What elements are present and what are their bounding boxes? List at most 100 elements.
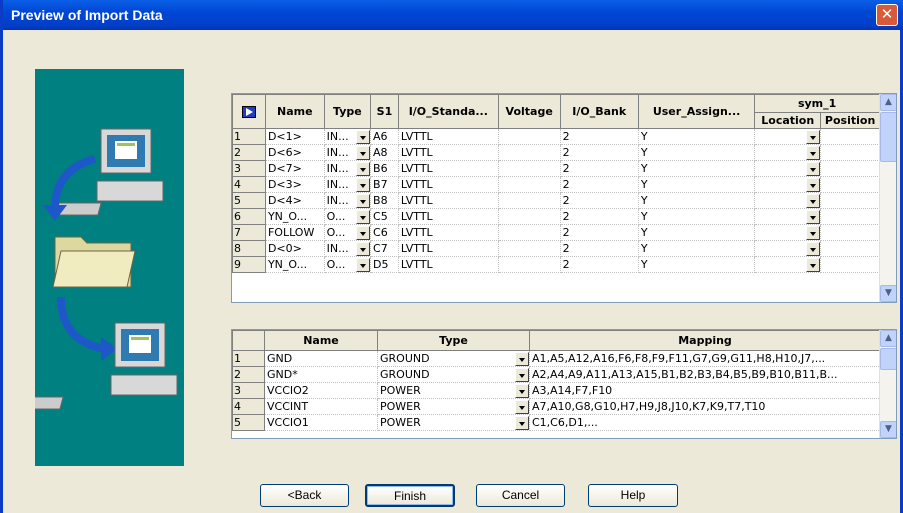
cell-type[interactable]: O... (323, 208, 372, 225)
cell-position[interactable] (820, 128, 880, 145)
cell-io-standard[interactable]: LVTTL (397, 224, 499, 241)
cell-mapping[interactable]: A2,A4,A9,A11,A13,A15,B1,B2,B3,B4,B5,B9,B… (529, 366, 881, 383)
table-row[interactable]: 5 D<4> IN... B8 LVTTL 2 Y (232, 192, 880, 209)
pin-assignment-grid[interactable]: Name Type S1 I/O_Standa... Voltage I/O_B… (231, 93, 897, 303)
cell-user-assigned[interactable]: Y (637, 176, 756, 193)
table-row[interactable]: 1 GND GROUND A1,A5,A12,A16,F6,F8,F9,F11,G7,… (232, 350, 881, 367)
scroll-up-icon[interactable]: ▲ (880, 330, 896, 347)
dropdown-arrow-icon[interactable] (806, 177, 820, 192)
cell-position[interactable] (820, 144, 880, 161)
cell-location[interactable] (754, 224, 822, 241)
cell-type[interactable]: IN... (323, 176, 372, 193)
cell-voltage[interactable] (497, 256, 561, 273)
col-type[interactable]: Type (323, 94, 372, 129)
cell-user-assigned[interactable]: Y (637, 208, 756, 225)
power-col-mapping[interactable]: Mapping (529, 330, 881, 351)
cell-type[interactable]: IN... (323, 128, 372, 145)
dropdown-arrow-icon[interactable] (515, 415, 529, 430)
table-row[interactable]: 3 VCCIO2 POWER A3,A14,F7,F10 (232, 382, 881, 399)
cell-name[interactable]: D<0> (264, 240, 325, 257)
cell-position[interactable] (820, 208, 880, 225)
cell-voltage[interactable] (497, 160, 561, 177)
dropdown-arrow-icon[interactable] (515, 367, 529, 382)
cell-position[interactable] (820, 160, 880, 177)
dropdown-arrow-icon[interactable] (806, 145, 820, 160)
cell-name[interactable]: VCCIO1 (264, 414, 378, 431)
table-row[interactable]: 6 YN_O... O... C5 LVTTL 2 Y (232, 208, 880, 225)
cell-name[interactable]: YN_O... (264, 256, 325, 273)
table-row[interactable]: 5 VCCIO1 POWER C1,C6,D1,... (232, 414, 881, 431)
cell-io-bank[interactable]: 2 (559, 208, 639, 225)
dropdown-arrow-icon[interactable] (806, 193, 820, 208)
cell-name[interactable]: GND (264, 350, 378, 367)
table-row[interactable]: 4 D<3> IN... B7 LVTTL 2 Y (232, 176, 880, 193)
cell-voltage[interactable] (497, 240, 561, 257)
cell-user-assigned[interactable]: Y (637, 160, 756, 177)
cell-type[interactable]: GROUND (377, 366, 530, 383)
cell-name[interactable]: GND* (264, 366, 378, 383)
cell-s1[interactable]: B6 (370, 160, 399, 177)
dropdown-arrow-icon[interactable] (515, 383, 529, 398)
cell-io-bank[interactable]: 2 (559, 256, 639, 273)
cell-position[interactable] (820, 240, 880, 257)
cell-io-standard[interactable]: LVTTL (397, 240, 499, 257)
power-pins-grid[interactable]: Name Type Mapping 1 GND GROUND A1,A5,A12,A1… (231, 329, 897, 439)
cell-io-standard[interactable]: LVTTL (397, 128, 499, 145)
cell-voltage[interactable] (497, 128, 561, 145)
cell-user-assigned[interactable]: Y (637, 224, 756, 241)
dropdown-arrow-icon[interactable] (356, 129, 370, 144)
cell-type[interactable]: POWER (377, 414, 530, 431)
dropdown-arrow-icon[interactable] (515, 399, 529, 414)
cell-name[interactable]: D<7> (264, 160, 325, 177)
col-user-assigned[interactable]: User_Assign... (637, 94, 756, 129)
cell-user-assigned[interactable]: Y (637, 128, 756, 145)
cell-user-assigned[interactable]: Y (637, 144, 756, 161)
power-col-type[interactable]: Type (377, 330, 530, 351)
cell-name[interactable]: D<1> (264, 128, 325, 145)
cell-location[interactable] (754, 176, 822, 193)
scroll-up-icon[interactable]: ▲ (880, 94, 896, 111)
power-grid-scrollbar[interactable]: ▲ ▼ (879, 330, 896, 438)
cell-io-bank[interactable]: 2 (559, 128, 639, 145)
back-button[interactable]: <Back (260, 484, 349, 507)
cell-io-bank[interactable]: 2 (559, 240, 639, 257)
cell-position[interactable] (820, 256, 880, 273)
cell-name[interactable]: D<6> (264, 144, 325, 161)
table-row[interactable]: 1 D<1> IN... A6 LVTTL 2 Y (232, 128, 880, 145)
cell-io-bank[interactable]: 2 (559, 192, 639, 209)
cell-type[interactable]: GROUND (377, 350, 530, 367)
finish-button[interactable]: Finish (365, 484, 455, 507)
cell-mapping[interactable]: A1,A5,A12,A16,F6,F8,F9,F11,G7,G9,G11,H8,… (529, 350, 881, 367)
dropdown-arrow-icon[interactable] (356, 193, 370, 208)
cell-voltage[interactable] (497, 208, 561, 225)
cell-name[interactable]: FOLLOW (264, 224, 325, 241)
cell-io-standard[interactable]: LVTTL (397, 208, 499, 225)
cell-io-standard[interactable]: LVTTL (397, 144, 499, 161)
cell-name[interactable]: D<3> (264, 176, 325, 193)
scroll-down-icon[interactable]: ▼ (880, 421, 896, 438)
scroll-down-icon[interactable]: ▼ (880, 285, 896, 302)
dropdown-arrow-icon[interactable] (356, 177, 370, 192)
table-row[interactable]: 2 D<6> IN... A8 LVTTL 2 Y (232, 144, 880, 161)
table-row[interactable]: 8 D<0> IN... C7 LVTTL 2 Y (232, 240, 880, 257)
cell-voltage[interactable] (497, 224, 561, 241)
select-all-corner[interactable] (232, 94, 266, 129)
cell-s1[interactable]: A8 (370, 144, 399, 161)
col-s1[interactable]: S1 (370, 94, 399, 129)
table-row[interactable]: 2 GND* GROUND A2,A4,A9,A11,A13,A15,B1,B2,B3… (232, 366, 881, 383)
power-col-name[interactable]: Name (264, 330, 378, 351)
cell-location[interactable] (754, 128, 822, 145)
cell-voltage[interactable] (497, 192, 561, 209)
cell-s1[interactable]: C7 (370, 240, 399, 257)
cell-location[interactable] (754, 256, 822, 273)
cell-io-bank[interactable]: 2 (559, 160, 639, 177)
cell-s1[interactable]: D5 (370, 256, 399, 273)
cell-s1[interactable]: B7 (370, 176, 399, 193)
cell-type[interactable]: IN... (323, 240, 372, 257)
cell-voltage[interactable] (497, 176, 561, 193)
cell-io-bank[interactable]: 2 (559, 224, 639, 241)
cell-user-assigned[interactable]: Y (637, 256, 756, 273)
cell-location[interactable] (754, 240, 822, 257)
col-io-bank[interactable]: I/O_Bank (559, 94, 639, 129)
cell-type[interactable]: IN... (323, 144, 372, 161)
